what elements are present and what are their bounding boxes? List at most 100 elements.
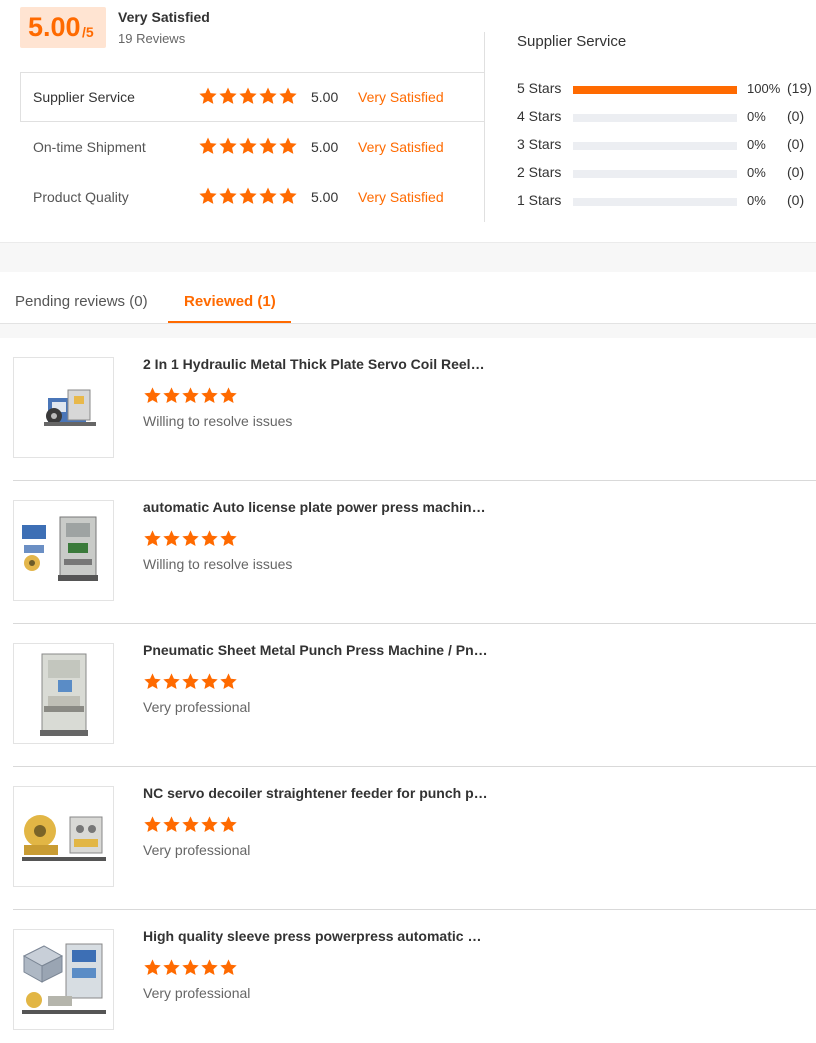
distribution-label: 1 Stars — [517, 192, 562, 208]
star-icon — [279, 137, 297, 154]
distribution-bar-track — [573, 86, 737, 94]
distribution-count: (0) — [787, 108, 805, 124]
review-item: Pneumatic Sheet Metal Punch Press Machin… — [0, 624, 816, 767]
star-icon — [163, 816, 180, 832]
rating-verdict: Very Satisfied — [358, 89, 444, 105]
product-thumbnail-power-press-line[interactable] — [13, 500, 114, 601]
rating-score: 5.00 — [311, 89, 339, 105]
tab-reviewed[interactable]: Reviewed (1) — [184, 293, 276, 310]
tab-pending-reviews[interactable]: Pending reviews (0) — [15, 293, 148, 310]
rating-verdict: Very Satisfied — [358, 139, 444, 155]
overall-review-count: 19 Reviews — [118, 31, 186, 46]
review-stars — [143, 386, 238, 405]
rating-verdict: Very Satisfied — [358, 189, 444, 205]
distribution-count: (0) — [787, 136, 805, 152]
star-icon — [239, 187, 257, 204]
star-icon — [199, 137, 217, 154]
overall-score-value: 5.00 — [28, 12, 81, 42]
star-icon — [182, 816, 199, 832]
star-icon — [219, 87, 237, 104]
distribution-count: (19) — [787, 80, 812, 96]
distribution-percent: 100% — [747, 81, 781, 96]
star-icon — [144, 816, 161, 832]
distribution-percent: 0% — [747, 165, 766, 180]
review-product-title[interactable]: High quality sleeve press powerpress aut… — [143, 928, 488, 944]
distribution-row-2-stars: 2 Stars 0% (0) — [517, 164, 816, 182]
star-icon — [239, 87, 257, 104]
active-tab-indicator — [168, 321, 291, 323]
rating-row-on-time-shipment[interactable]: On-time Shipment 5.00 Very Satisfied — [20, 122, 484, 172]
review-product-title[interactable]: NC servo decoiler straightener feeder fo… — [143, 785, 488, 801]
distribution-label: 4 Stars — [517, 108, 562, 124]
rating-row-label: Supplier Service — [33, 89, 135, 105]
review-product-title[interactable]: automatic Auto license plate power press… — [143, 499, 488, 515]
distribution-label: 3 Stars — [517, 136, 562, 152]
star-icon — [201, 387, 218, 403]
summary-divider — [484, 32, 485, 222]
distribution-count: (0) — [787, 164, 805, 180]
rating-stars — [198, 86, 298, 106]
review-product-title[interactable]: 2 In 1 Hydraulic Metal Thick Plate Servo… — [143, 356, 488, 372]
star-icon — [239, 137, 257, 154]
review-stars — [143, 529, 238, 548]
star-icon — [220, 673, 237, 689]
distribution-row-1-stars: 1 Stars 0% (0) — [517, 192, 816, 210]
distribution-row-4-stars: 4 Stars 0% (0) — [517, 108, 816, 126]
distribution-bar-track — [573, 142, 737, 150]
distribution-bar-fill — [573, 86, 737, 94]
product-thumbnail-decoiler-feeder[interactable] — [13, 786, 114, 887]
star-icon — [201, 816, 218, 832]
power-press-line-image — [22, 516, 98, 581]
star-icon — [182, 387, 199, 403]
review-comment: Willing to resolve issues — [143, 556, 293, 572]
rating-score: 5.00 — [311, 189, 339, 205]
review-item: 2 In 1 Hydraulic Metal Thick Plate Servo… — [0, 338, 816, 481]
star-icon — [279, 87, 297, 104]
distribution-percent: 0% — [747, 193, 766, 208]
review-stars — [143, 958, 238, 977]
review-item: High quality sleeve press powerpress aut… — [0, 910, 816, 1043]
star-icon — [220, 530, 237, 546]
star-icon — [219, 137, 237, 154]
star-icon — [201, 959, 218, 975]
distribution-bar-track — [573, 198, 737, 206]
star-icon — [182, 530, 199, 546]
review-stars — [143, 672, 238, 691]
distribution-label: 5 Stars — [517, 80, 562, 96]
star-icon — [220, 816, 237, 832]
star-icon — [259, 87, 277, 104]
review-item: automatic Auto license plate power press… — [0, 481, 816, 624]
product-thumbnail-coil-feeder[interactable] — [13, 357, 114, 458]
distribution-row-5-stars: 5 Stars 100% (19) — [517, 80, 816, 98]
star-icon — [163, 959, 180, 975]
distribution-count: (0) — [787, 192, 805, 208]
star-icon — [219, 187, 237, 204]
rating-stars — [198, 136, 298, 156]
star-icon — [144, 673, 161, 689]
star-icon — [182, 959, 199, 975]
rating-score: 5.00 — [311, 139, 339, 155]
distribution-percent: 0% — [747, 137, 766, 152]
review-comment: Very professional — [143, 842, 251, 858]
product-thumbnail-sleeve-press-line[interactable] — [13, 929, 114, 1030]
rating-row-supplier-service[interactable]: Supplier Service 5.00 Very Satisfied — [20, 72, 484, 122]
star-icon — [220, 959, 237, 975]
review-comment: Very professional — [143, 699, 251, 715]
star-icon — [144, 959, 161, 975]
punch-press-machine-image — [40, 653, 88, 736]
star-icon — [163, 673, 180, 689]
review-item: NC servo decoiler straightener feeder fo… — [0, 767, 816, 910]
rating-row-label: Product Quality — [33, 189, 129, 205]
star-icon — [220, 387, 237, 403]
product-thumbnail-punch-press[interactable] — [13, 643, 114, 744]
sleeve-press-line-image — [22, 943, 106, 1014]
star-icon — [182, 673, 199, 689]
review-list: 2 In 1 Hydraulic Metal Thick Plate Servo… — [0, 338, 816, 1043]
distribution-label: 2 Stars — [517, 164, 562, 180]
star-icon — [259, 187, 277, 204]
review-stars — [143, 815, 238, 834]
rating-row-product-quality[interactable]: Product Quality 5.00 Very Satisfied — [20, 172, 484, 222]
review-product-title[interactable]: Pneumatic Sheet Metal Punch Press Machin… — [143, 642, 488, 658]
star-icon — [163, 530, 180, 546]
review-comment: Willing to resolve issues — [143, 413, 293, 429]
